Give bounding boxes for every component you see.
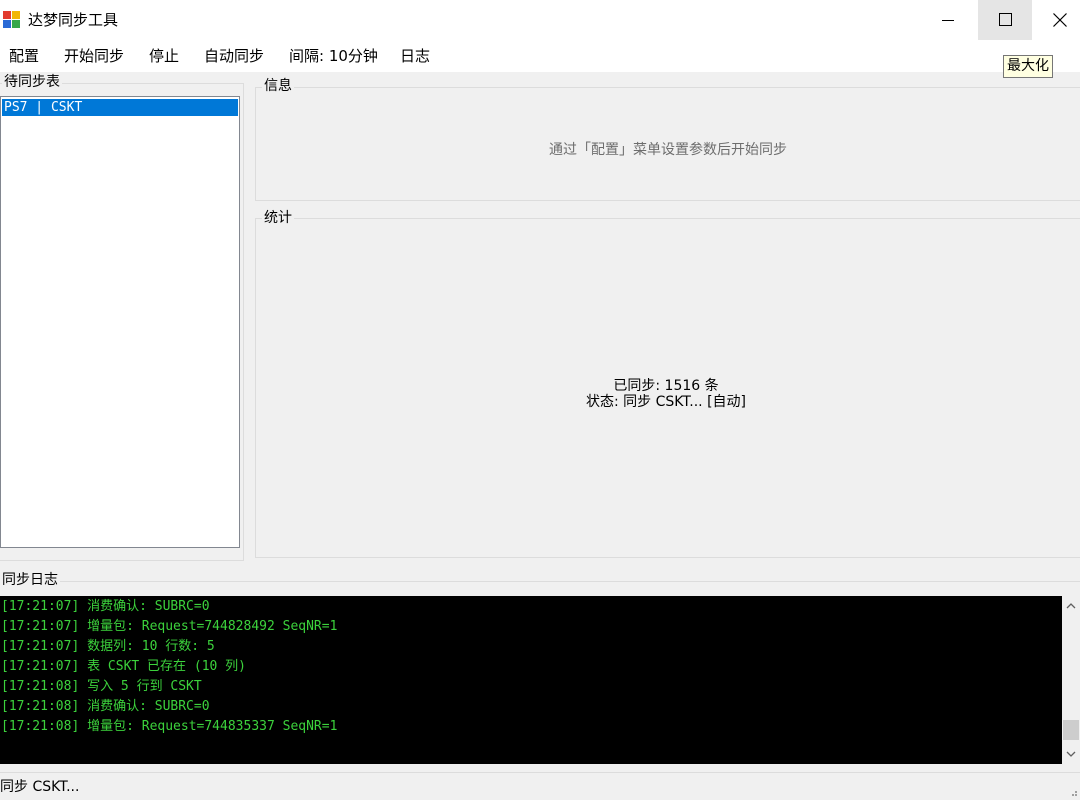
log-textbox[interactable]: [17:21:07] 消费确认: SUBRC=0 [17:21:07] 增量包:… [0, 596, 1062, 764]
close-button[interactable] [1034, 0, 1080, 40]
scroll-down-button[interactable] [1062, 744, 1080, 764]
maximize-tooltip: 最大化 [1003, 55, 1053, 78]
scroll-thumb[interactable] [1063, 720, 1079, 740]
log-line: [17:21:07] 增量包: Request=744828492 SeqNR=… [1, 619, 338, 634]
menu-interval[interactable]: 间隔: 10分钟 [287, 45, 380, 67]
scroll-up-button[interactable] [1062, 596, 1080, 616]
menu-auto-sync[interactable]: 自动同步 [202, 45, 266, 67]
size-grip-icon[interactable] [1068, 787, 1078, 797]
info-hint: 通过「配置」菜单设置参数后开始同步 [549, 142, 787, 158]
status-text: 同步 CSKT... [0, 779, 80, 795]
main-window: 达梦同步工具 最大化 配置 开始同步 停止 自动同步 间隔: 10分钟 日志 待… [0, 0, 1080, 800]
chevron-up-icon [1066, 603, 1076, 609]
window-title: 达梦同步工具 [28, 11, 119, 29]
list-item[interactable]: PS7 | CSKT [2, 99, 238, 116]
pending-tables-title: 待同步表 [2, 73, 62, 91]
log-line: [17:21:07] 表 CSKT 已存在 (10 列) [1, 659, 247, 674]
chevron-down-icon [1066, 751, 1076, 757]
maximize-icon [999, 13, 1012, 26]
synced-count: 已同步: 1516 条 [613, 378, 719, 394]
log-scrollbar[interactable] [1062, 596, 1080, 764]
menu-start-sync[interactable]: 开始同步 [62, 45, 126, 67]
log-line: [17:21:07] 消费确认: SUBRC=0 [1, 599, 210, 614]
stats-title: 统计 [262, 209, 294, 227]
log-line: [17:21:08] 消费确认: SUBRC=0 [1, 699, 210, 714]
pending-table-list[interactable]: PS7 | CSKT [0, 96, 240, 548]
menu-stop[interactable]: 停止 [147, 45, 181, 67]
sync-status: 状态: 同步 CSKT... [自动] [586, 394, 746, 410]
title-bar[interactable]: 达梦同步工具 [0, 0, 1080, 40]
close-icon [1053, 13, 1067, 27]
status-bar: 同步 CSKT... [0, 772, 1080, 800]
log-title: 同步日志 [0, 571, 60, 589]
minimize-icon [942, 20, 954, 21]
log-line: [17:21:08] 写入 5 行到 CSKT [1, 679, 202, 694]
maximize-button[interactable] [978, 0, 1032, 40]
log-line: [17:21:07] 数据列: 10 行数: 5 [1, 639, 215, 654]
app-icon [3, 11, 20, 28]
menu-bar: 配置 开始同步 停止 自动同步 间隔: 10分钟 日志 [0, 40, 1080, 72]
menu-log[interactable]: 日志 [398, 45, 432, 67]
info-title: 信息 [262, 77, 294, 95]
menu-config[interactable]: 配置 [7, 45, 41, 67]
log-line: [17:21:08] 增量包: Request=744835337 SeqNR=… [1, 719, 338, 734]
minimize-button[interactable] [922, 0, 974, 40]
